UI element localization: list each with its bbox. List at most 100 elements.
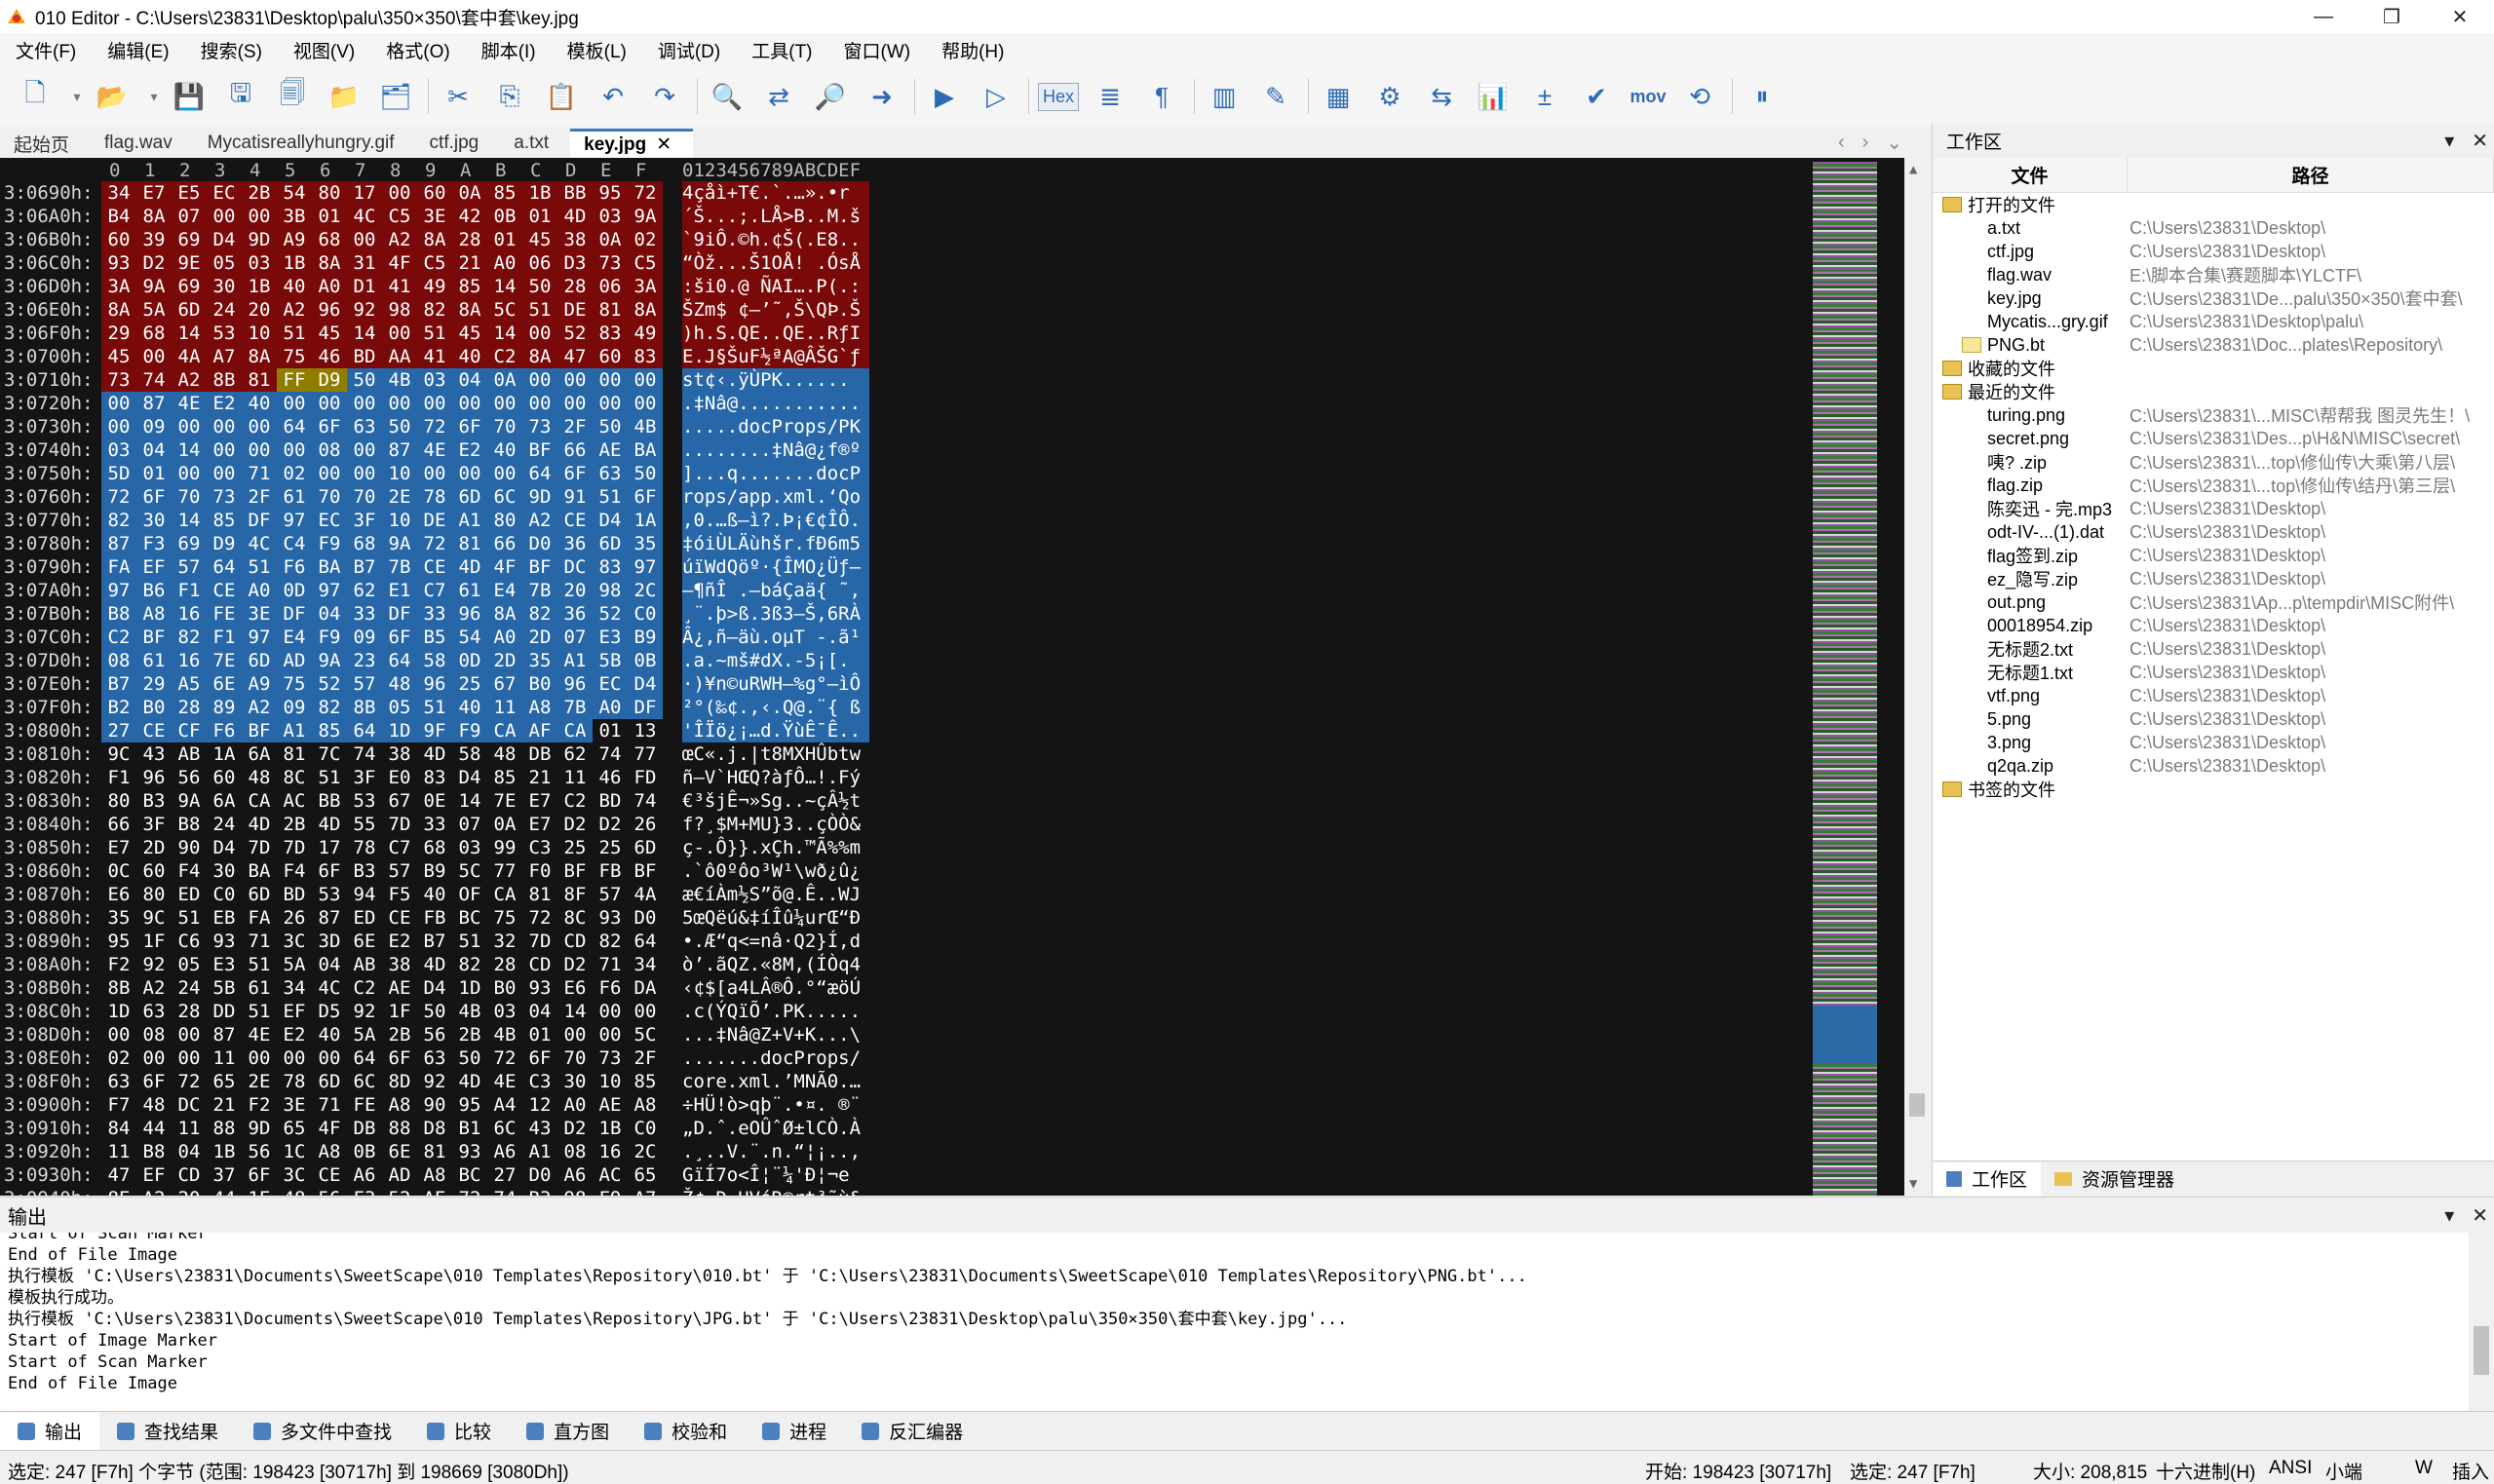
hex-byte[interactable]: 3A xyxy=(101,275,136,298)
hex-byte[interactable]: 8C xyxy=(277,766,312,789)
hex-byte[interactable]: 64 xyxy=(382,649,417,672)
hex-byte[interactable]: 00 xyxy=(207,438,242,462)
hex-byte[interactable]: 72 xyxy=(417,532,452,555)
hex-byte[interactable]: 6D xyxy=(628,836,663,859)
hex-byte[interactable]: 02 xyxy=(277,462,312,485)
hex-byte[interactable]: 00 xyxy=(593,392,628,415)
hex-byte[interactable]: 9D xyxy=(242,228,277,251)
hex-byte[interactable]: F6 xyxy=(593,976,628,1000)
hex-byte[interactable]: 04 xyxy=(172,1140,207,1163)
highlight-icon[interactable]: ✎ xyxy=(1256,77,1295,116)
hex-byte[interactable]: 38 xyxy=(382,742,417,766)
hex-byte[interactable]: 5B xyxy=(593,649,628,672)
hex-byte[interactable]: 87 xyxy=(382,438,417,462)
hex-byte[interactable]: 00 xyxy=(593,1000,628,1023)
hex-byte[interactable]: 63 xyxy=(593,462,628,485)
hex-byte[interactable]: 97 xyxy=(277,509,312,532)
hex-byte[interactable]: 74 xyxy=(487,1187,522,1196)
hex-byte[interactable]: 28 xyxy=(172,1000,207,1023)
hex-byte[interactable]: B3 xyxy=(347,859,382,883)
hex-byte[interactable]: 73 xyxy=(101,368,136,392)
hex-byte[interactable]: 1A xyxy=(628,509,663,532)
hex-byte[interactable]: D9 xyxy=(207,532,242,555)
hex-byte[interactable]: 00 xyxy=(452,462,487,485)
hex-byte[interactable]: 40 xyxy=(452,345,487,368)
hex-byte[interactable]: BF xyxy=(557,859,593,883)
hex-byte[interactable]: 16 xyxy=(172,649,207,672)
hex-byte[interactable]: BD xyxy=(347,345,382,368)
hex-byte[interactable]: 64 xyxy=(522,462,557,485)
hex-byte[interactable]: 6D xyxy=(452,485,487,509)
hex-byte[interactable]: 97 xyxy=(628,555,663,579)
ascii-text[interactable]: .‡Nâ@........... xyxy=(682,392,869,415)
hex-byte[interactable]: 97 xyxy=(101,579,136,602)
hex-byte[interactable]: 17 xyxy=(312,836,347,859)
hex-byte[interactable]: 00 xyxy=(487,462,522,485)
hex-byte[interactable]: 45 xyxy=(522,228,557,251)
hex-byte[interactable]: 9A xyxy=(172,789,207,813)
hex-byte[interactable]: 21 xyxy=(522,766,557,789)
hex-byte[interactable]: 04 xyxy=(522,1000,557,1023)
hex-byte[interactable]: 1D xyxy=(452,976,487,1000)
hex-byte[interactable]: 81 xyxy=(452,532,487,555)
hex-byte[interactable]: 81 xyxy=(242,368,277,392)
hex-byte[interactable]: 74 xyxy=(628,789,663,813)
hex-byte[interactable]: 8A xyxy=(312,251,347,275)
hex-byte[interactable]: F9 xyxy=(312,626,347,649)
hex-byte[interactable]: 87 xyxy=(136,392,172,415)
hex-byte[interactable]: 54 xyxy=(277,181,312,205)
hex-byte[interactable]: 61 xyxy=(242,976,277,1000)
hex-byte[interactable]: 33 xyxy=(347,602,382,626)
hex-byte[interactable]: 35 xyxy=(628,532,663,555)
hex-byte[interactable]: 01 xyxy=(136,462,172,485)
hex-byte[interactable]: BF xyxy=(522,555,557,579)
hex-byte[interactable]: 87 xyxy=(101,532,136,555)
hex-byte[interactable]: EF xyxy=(136,1163,172,1187)
menu-script[interactable]: 脚本(I) xyxy=(466,37,552,63)
hex-byte[interactable]: 4E xyxy=(242,1023,277,1046)
hex-byte[interactable]: 6D xyxy=(312,1070,347,1093)
hex-byte[interactable]: 2D xyxy=(522,626,557,649)
hex-byte[interactable]: F1 xyxy=(101,766,136,789)
maximize-button[interactable]: ❐ xyxy=(2358,0,2426,33)
hex-byte[interactable]: E2 xyxy=(382,930,417,953)
tree-file-item[interactable]: turing.png C:\Users\23831\...MISC\帮帮我 图灵先… xyxy=(1933,403,2494,427)
hex-byte[interactable]: 67 xyxy=(487,672,522,696)
hex-byte[interactable]: 00 xyxy=(136,345,172,368)
hex-byte[interactable]: 34 xyxy=(628,953,663,976)
hex-byte[interactable]: 39 xyxy=(136,228,172,251)
hex-byte[interactable]: CE xyxy=(417,555,452,579)
tree-file-item[interactable]: out.png C:\Users\23831\Ap...p\tempdir\MIS… xyxy=(1933,590,2494,614)
hex-byte[interactable]: 45 xyxy=(452,322,487,345)
hex-byte[interactable]: AE xyxy=(382,976,417,1000)
hex-byte[interactable]: 51 xyxy=(417,322,452,345)
pause-icon[interactable]: ⏸ xyxy=(1743,77,1782,116)
hex-byte[interactable]: D0 xyxy=(628,906,663,930)
run-script-icon[interactable]: ▶ xyxy=(925,77,964,116)
hex-byte[interactable]: 0A xyxy=(487,813,522,836)
hex-byte[interactable]: 85 xyxy=(487,766,522,789)
hex-byte[interactable]: 51 xyxy=(277,322,312,345)
ascii-text[interactable]: ‹¢$[a4LÂ®Ô.°“æöÚ xyxy=(682,976,869,1000)
hex-byte[interactable]: 85 xyxy=(487,181,522,205)
hex-byte[interactable]: 5C xyxy=(487,298,522,322)
hex-byte[interactable]: F3 xyxy=(136,532,172,555)
hex-byte[interactable]: 7D xyxy=(277,836,312,859)
ascii-text[interactable]: .....docProps/PK xyxy=(682,415,869,438)
hex-byte[interactable]: 2B xyxy=(242,181,277,205)
hex-byte[interactable]: 07 xyxy=(452,813,487,836)
editor-scrollbar[interactable]: ▲ ▼ xyxy=(1904,158,1930,1196)
hex-byte[interactable]: AC xyxy=(593,1163,628,1187)
hex-byte[interactable]: 52 xyxy=(557,322,593,345)
ascii-text[interactable]: ........‡Nâ@¿f®º xyxy=(682,438,869,462)
edit-as-icon[interactable]: ≣ xyxy=(1091,77,1130,116)
hex-byte[interactable]: 24 xyxy=(172,976,207,1000)
hex-byte[interactable]: 00 xyxy=(522,392,557,415)
hex-byte[interactable]: 51 xyxy=(242,953,277,976)
hex-byte[interactable]: 4D xyxy=(452,1070,487,1093)
hex-byte[interactable]: 70 xyxy=(347,485,382,509)
hex-byte[interactable]: 51 xyxy=(417,696,452,719)
hex-byte[interactable]: 36 xyxy=(557,532,593,555)
tab-output[interactable]: 输出 xyxy=(0,1412,100,1450)
hex-byte[interactable]: 92 xyxy=(417,1070,452,1093)
